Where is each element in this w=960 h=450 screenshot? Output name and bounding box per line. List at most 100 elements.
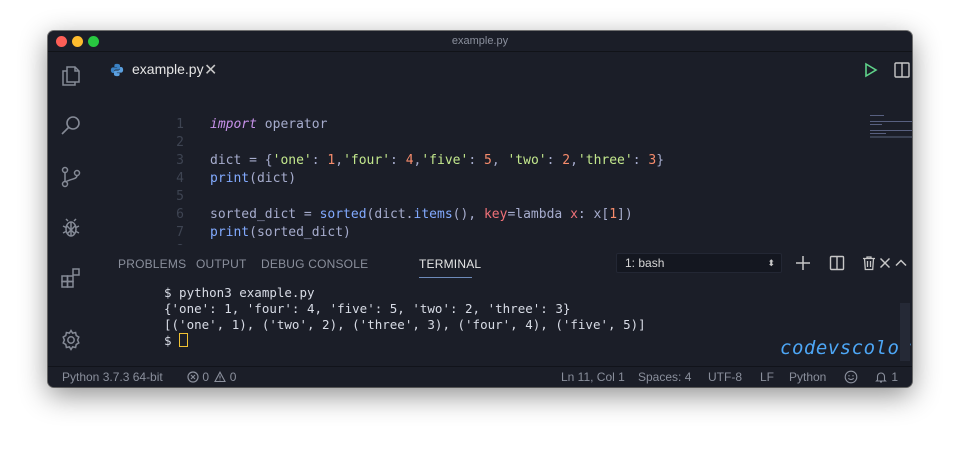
add-terminal-icon[interactable]: [794, 254, 812, 272]
feedback-smiley-icon[interactable]: [844, 367, 858, 387]
run-icon[interactable]: [860, 60, 880, 80]
code-text: print(dict): [210, 170, 296, 188]
code-text: dict = {'one': 1,'four': 4,'five': 5, 't…: [210, 152, 664, 170]
tab-output[interactable]: OUTPUT: [196, 257, 247, 271]
end-of-line[interactable]: LF: [760, 367, 774, 387]
problems-indicator[interactable]: 0 0: [187, 367, 236, 387]
line-number: 1: [176, 117, 184, 132]
code-token: :: [468, 153, 484, 168]
tab-terminal[interactable]: TERMINAL: [419, 257, 481, 271]
line-number: 6: [176, 207, 184, 222]
code-line[interactable]: 1 import operator: [94, 116, 834, 134]
tab-problems[interactable]: PROBLEMS: [118, 257, 186, 271]
terminal-scrollbar[interactable]: [900, 303, 910, 361]
indentation[interactable]: Spaces: 4: [638, 367, 691, 387]
close-window-button[interactable]: [56, 36, 67, 47]
code-editor[interactable]: 1 import operator 2 3 dict = {'one': 1,'four…: [94, 87, 912, 258]
terminal-line: {'one': 1, 'four': 4, 'five': 5, 'two': …: [164, 301, 571, 316]
error-count: 0: [202, 370, 210, 384]
watermark: codevscolor.com: [780, 337, 912, 359]
chevron-up-icon[interactable]: [892, 254, 910, 272]
code-token: (sorted_dict): [249, 225, 351, 240]
close-panel-icon[interactable]: [876, 254, 894, 272]
warning-icon: [214, 371, 227, 383]
terminal-line: $ python3 example.py: [164, 285, 315, 300]
terminal-select[interactable]: 1: bash ⬍: [616, 253, 782, 273]
encoding[interactable]: UTF-8: [708, 367, 742, 387]
code-line[interactable]: 4 print(dict): [94, 170, 834, 188]
code-token: :: [546, 153, 563, 168]
settings-gear-icon[interactable]: [59, 328, 83, 352]
code-token: 2: [562, 153, 571, 168]
line-number: 3: [176, 153, 184, 168]
code-token: import: [210, 117, 257, 132]
title-bar: example.py: [48, 31, 912, 52]
code-text: import operator: [210, 116, 327, 134]
split-editor-icon[interactable]: [892, 60, 912, 80]
cursor-position[interactable]: Ln 11, Col 1: [561, 367, 625, 387]
terminal-select-value: 1: bash: [625, 256, 665, 270]
code-token: print: [210, 171, 250, 186]
code-token: dict = {: [210, 153, 273, 168]
window-title: example.py: [451, 35, 509, 47]
code-token: print: [210, 225, 250, 240]
line-number: 2: [176, 135, 184, 150]
minimap[interactable]: [870, 115, 912, 138]
code-token: items: [413, 207, 453, 222]
python-interpreter[interactable]: Python 3.7.3 64-bit: [62, 367, 163, 387]
code-token: (),: [452, 207, 484, 222]
code-text: sorted_dict = sorted(dict.items(), key=l…: [210, 206, 633, 224]
search-icon[interactable]: [59, 114, 83, 138]
zoom-window-button[interactable]: [88, 36, 99, 47]
split-terminal-icon[interactable]: [828, 254, 846, 272]
bell-icon: [875, 372, 887, 383]
code-token: sorted: [319, 207, 367, 222]
code-line[interactable]: 6 sorted_dict = sorted(dict.items(), key=…: [94, 206, 834, 224]
code-line[interactable]: 3 dict = {'one': 1,'four': 4,'five': 5, '…: [94, 152, 834, 170]
activity-bar: [48, 52, 94, 366]
code-token: 'two': [507, 153, 547, 168]
code-token: :: [311, 153, 328, 168]
terminal-output[interactable]: $ python3 example.py {'one': 1, 'four': …: [164, 285, 864, 349]
debug-icon[interactable]: [59, 216, 83, 240]
code-token: }: [656, 153, 665, 168]
extensions-icon[interactable]: [59, 266, 83, 290]
close-icon[interactable]: ✕: [204, 60, 217, 80]
code-token: (dict.: [366, 207, 414, 222]
code-token: operator: [256, 117, 328, 132]
error-icon: [187, 371, 199, 383]
vscode-window: example.py example.py ✕ 1 import operato…: [48, 31, 912, 387]
tab-label: example.py: [132, 61, 204, 77]
active-tab-indicator: [419, 277, 472, 278]
code-token: 5: [483, 153, 492, 168]
code-token: 'five': [421, 153, 469, 168]
code-token: : x[: [577, 207, 610, 222]
terminal-prompt-line: $: [164, 333, 864, 349]
warning-count: 0: [229, 370, 237, 384]
source-control-icon[interactable]: [59, 165, 83, 189]
code-token: (dict): [249, 171, 297, 186]
code-token: 'three': [577, 153, 633, 168]
terminal-cursor: [179, 333, 189, 347]
bottom-panel: PROBLEMS OUTPUT DEBUG CONSOLE TERMINAL 1…: [94, 245, 912, 366]
tab-debug-console[interactable]: DEBUG CONSOLE: [261, 257, 368, 271]
language-mode[interactable]: Python: [789, 367, 826, 387]
code-line[interactable]: 7 print(sorted_dict): [94, 224, 834, 242]
tab-example-py[interactable]: example.py ✕: [96, 52, 224, 88]
line-number: 5: [176, 189, 184, 204]
code-token: key: [483, 207, 508, 222]
notifications[interactable]: 1: [874, 367, 898, 387]
code-text: print(sorted_dict): [210, 224, 351, 242]
code-line[interactable]: 2: [94, 134, 834, 152]
code-token: :: [390, 153, 406, 168]
code-token: ,: [335, 153, 344, 168]
line-number: 4: [176, 171, 184, 186]
select-arrows-icon: ⬍: [767, 258, 775, 268]
code-line[interactable]: 5: [94, 188, 834, 206]
code-token: ,: [491, 153, 508, 168]
explorer-icon[interactable]: [59, 64, 83, 88]
minimize-window-button[interactable]: [72, 36, 83, 47]
code-token: x: [570, 207, 578, 222]
editor-tabs: example.py ✕: [94, 52, 912, 88]
code-token: ]): [617, 207, 633, 222]
